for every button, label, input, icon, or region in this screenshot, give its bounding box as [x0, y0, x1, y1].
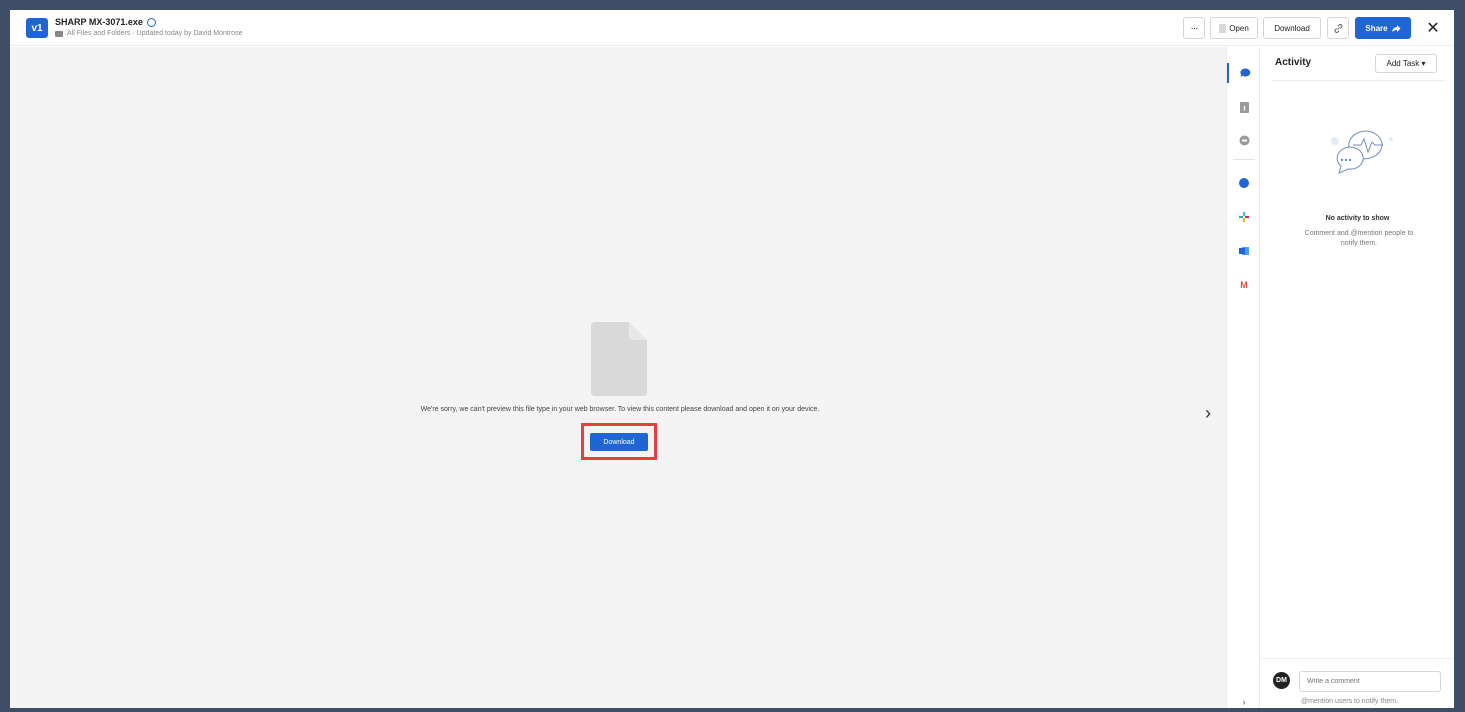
tab-details[interactable]	[1227, 97, 1261, 117]
tab-outlook[interactable]	[1227, 241, 1261, 261]
versions-icon	[1239, 135, 1249, 145]
collapse-sidebar-button[interactable]: ›	[1227, 697, 1261, 707]
preview-header: v1 SHARP MX-3071.exe All Files and Folde…	[10, 10, 1454, 46]
close-button[interactable]: ✕	[1422, 17, 1444, 39]
folder-icon	[55, 30, 63, 37]
share-label: Share	[1365, 23, 1388, 33]
activity-title: Activity	[1275, 57, 1312, 68]
activity-divider	[1271, 80, 1445, 81]
tab-slack[interactable]	[1227, 207, 1261, 227]
link-icon	[1334, 23, 1342, 33]
download-button[interactable]: Download	[590, 433, 648, 451]
document-icon	[1219, 23, 1227, 33]
next-file-button[interactable]: ›	[1205, 403, 1211, 424]
tabs-divider	[1233, 159, 1255, 160]
file-placeholder-icon	[591, 322, 647, 396]
details-icon	[1239, 101, 1249, 113]
tab-gmail[interactable]: M	[1227, 275, 1261, 295]
preview-area: We're sorry, we can't preview this file …	[10, 47, 1226, 708]
more-options-button[interactable]: ···	[1183, 17, 1205, 39]
version-badge[interactable]: v1	[26, 18, 48, 38]
file-title-row: SHARP MX-3071.exe	[55, 17, 156, 27]
breadcrumb: All Files and Folders · Updated today by…	[55, 30, 242, 37]
copy-link-button[interactable]	[1327, 17, 1349, 39]
sidebar-tabs: M ›	[1226, 47, 1260, 708]
header-download-button[interactable]: Download	[1263, 17, 1321, 39]
share-button[interactable]: Share	[1355, 17, 1411, 39]
share-arrow-icon	[1391, 24, 1401, 32]
add-task-button[interactable]: Add Task ▾	[1375, 54, 1437, 73]
activity-panel: Activity Add Task ▾ No activity to show …	[1261, 47, 1454, 708]
comment-icon	[1239, 68, 1250, 77]
avatar: DM	[1273, 672, 1290, 689]
comment-input[interactable]	[1299, 671, 1441, 692]
outlook-icon	[1239, 247, 1249, 255]
empty-state-title: No activity to show	[1325, 215, 1390, 222]
tab-versions[interactable]	[1227, 130, 1261, 150]
open-label: Open	[1229, 23, 1249, 33]
empty-activity-illustration	[1331, 130, 1393, 174]
app-icon	[1239, 178, 1249, 188]
tab-app[interactable]	[1227, 173, 1261, 193]
unsupported-message: We're sorry, we can't preview this file …	[420, 406, 820, 413]
composer-divider	[1261, 658, 1454, 659]
verified-icon	[146, 17, 156, 27]
slack-icon	[1239, 212, 1249, 222]
breadcrumb-text[interactable]: All Files and Folders · Updated today by…	[67, 30, 242, 37]
open-button[interactable]: Open	[1210, 17, 1258, 39]
gmail-icon: M	[1240, 280, 1248, 290]
empty-state-subtitle: Comment and @mention people to notify th…	[1304, 230, 1414, 247]
file-preview-window: v1 SHARP MX-3071.exe All Files and Folde…	[10, 10, 1454, 708]
tab-activity[interactable]	[1227, 63, 1261, 83]
file-name: SHARP MX-3071.exe	[55, 17, 143, 27]
comment-hint: @mention users to notify them.	[1301, 698, 1398, 705]
